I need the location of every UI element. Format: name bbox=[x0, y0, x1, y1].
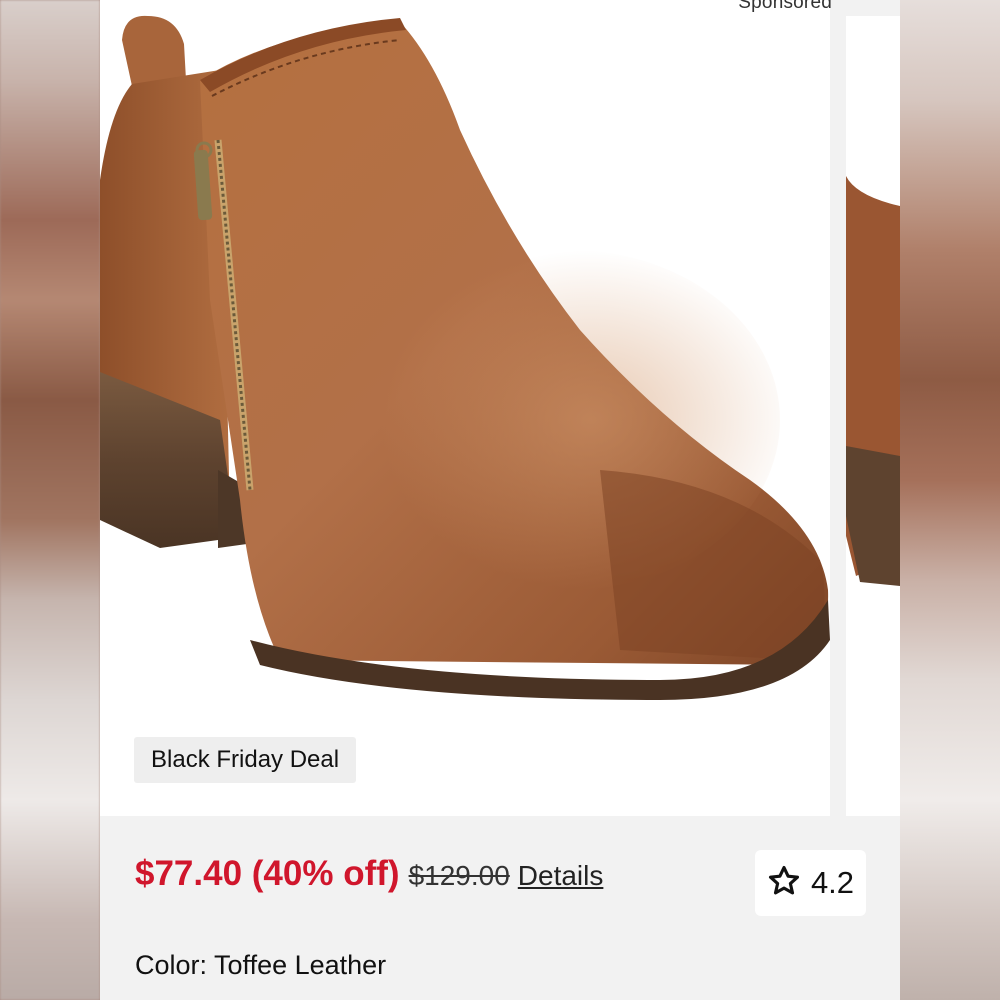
sale-price: $77.40 (40% off) bbox=[135, 854, 400, 893]
next-boot-image bbox=[846, 176, 900, 586]
backdrop-left bbox=[0, 0, 100, 1000]
rating-value: 4.2 bbox=[810, 865, 855, 900]
product-info: $77.40 (40% off) $129.00 Details 4.2 Col… bbox=[100, 816, 900, 1000]
sponsored-label: Sponsored bbox=[738, 0, 832, 13]
price-row: $77.40 (40% off) $129.00 Details bbox=[135, 854, 603, 894]
star-outline-icon bbox=[767, 864, 801, 903]
next-product-card[interactable] bbox=[846, 16, 900, 816]
original-price: $129.00 bbox=[408, 860, 510, 891]
color-label: Color: Toffee Leather bbox=[135, 950, 387, 980]
ankle-boot-image bbox=[100, 15, 830, 700]
product-screen: Black Friday Deal Sponsored $77.40 (40% … bbox=[100, 0, 900, 1000]
details-link[interactable]: Details bbox=[518, 860, 604, 892]
rating-badge[interactable]: 4.2 bbox=[755, 850, 866, 916]
black-friday-deal-badge: Black Friday Deal bbox=[134, 737, 357, 783]
backdrop-right bbox=[900, 0, 1000, 1000]
product-image-card[interactable]: Black Friday Deal bbox=[100, 0, 830, 816]
